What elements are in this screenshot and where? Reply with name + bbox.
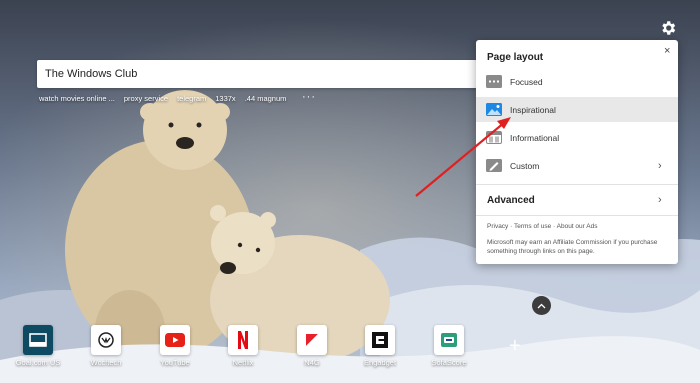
- chevron-right-icon: ›: [658, 194, 662, 206]
- wccftech-icon: [91, 325, 121, 355]
- engadget-icon: [365, 325, 395, 355]
- tile-label: Wccftech: [90, 358, 122, 367]
- option-label: Inspirational: [510, 104, 556, 115]
- top-site-tile[interactable]: Netflix: [213, 325, 273, 367]
- top-sites: Goal.com US Wccftech YouTube Netflix N4G…: [0, 325, 700, 383]
- layout-option-focused[interactable]: Focused: [476, 69, 678, 94]
- chevron-right-icon: ›: [658, 159, 662, 172]
- focused-icon: [486, 75, 502, 88]
- divider: [476, 215, 678, 216]
- divider: [476, 184, 678, 185]
- panel-title: Page layout: [487, 52, 544, 63]
- sofascore-icon: [434, 325, 464, 355]
- top-site-tile[interactable]: Wccftech: [76, 325, 136, 367]
- scroll-up-button[interactable]: [532, 296, 551, 315]
- privacy-link[interactable]: Privacy: [487, 223, 508, 230]
- tile-label: N4G: [304, 358, 320, 367]
- top-site-tile[interactable]: YouTube: [145, 325, 205, 367]
- tile-label: YouTube: [160, 358, 190, 367]
- top-site-tile[interactable]: SofaScore: [419, 325, 479, 367]
- add-site-button[interactable]: +: [509, 336, 521, 356]
- tile-label: Engadget: [363, 358, 397, 367]
- top-site-tile[interactable]: Engadget: [350, 325, 410, 367]
- page-layout-panel: Page layout × Focused Inspirational Info…: [476, 40, 678, 264]
- close-icon[interactable]: ×: [664, 45, 670, 57]
- settings-gear-icon[interactable]: [659, 19, 677, 37]
- layout-option-inspirational[interactable]: Inspirational: [476, 97, 678, 122]
- about-ads-link[interactable]: About our Ads: [557, 223, 598, 230]
- affiliate-note: Microsoft may earn an Affiliate Commissi…: [487, 239, 658, 256]
- advanced-label: Advanced: [487, 194, 535, 206]
- quick-links: watch movies online ... proxy service te…: [39, 94, 286, 103]
- option-label: Informational: [510, 132, 560, 143]
- option-label: Custom: [510, 160, 540, 171]
- informational-icon: [486, 131, 502, 144]
- terms-link[interactable]: Terms of use: [514, 223, 551, 230]
- custom-icon: [486, 159, 502, 172]
- quick-link[interactable]: 1337x: [215, 94, 235, 103]
- top-site-tile[interactable]: Goal.com US: [8, 325, 68, 367]
- search-box[interactable]: [37, 60, 477, 88]
- search-input[interactable]: [37, 68, 477, 80]
- goal-icon: [23, 325, 53, 355]
- footer-links: Privacy · Terms of use · About our Ads: [487, 223, 598, 230]
- layout-option-informational[interactable]: Informational: [476, 125, 678, 150]
- option-label: Focused: [510, 76, 543, 87]
- inspirational-icon: [486, 103, 502, 116]
- quick-link[interactable]: watch movies online ...: [39, 94, 115, 103]
- n4g-icon: [297, 325, 327, 355]
- youtube-icon: [160, 325, 190, 355]
- quick-link[interactable]: telegram: [177, 94, 206, 103]
- tile-label: Goal.com US: [15, 358, 61, 367]
- advanced-section[interactable]: Advanced ›: [476, 188, 678, 212]
- tile-label: Netflix: [232, 358, 254, 367]
- top-site-tile[interactable]: N4G: [282, 325, 342, 367]
- more-options-icon[interactable]: ···: [302, 91, 316, 103]
- chevron-up-icon: [537, 303, 546, 308]
- layout-option-custom[interactable]: Custom ›: [476, 153, 678, 178]
- netflix-icon: [228, 325, 258, 355]
- quick-link[interactable]: .44 magnum: [245, 94, 287, 103]
- quick-link[interactable]: proxy service: [124, 94, 168, 103]
- tile-label: SofaScore: [431, 358, 467, 367]
